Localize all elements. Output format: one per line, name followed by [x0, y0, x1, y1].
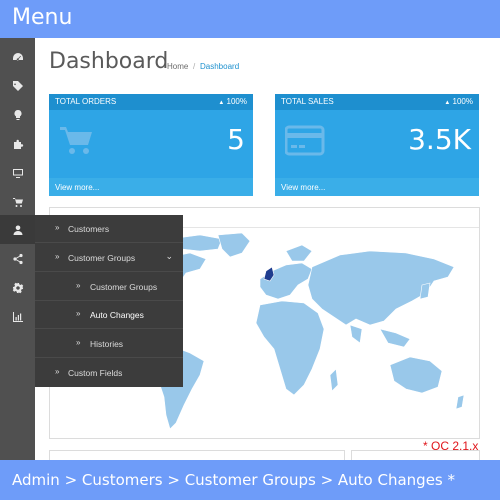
submenu-item-histories[interactable]: » Histories	[35, 330, 183, 358]
tile-change: 100%	[226, 97, 247, 106]
gear-icon[interactable]	[0, 273, 35, 302]
tile-change: 100%	[452, 97, 473, 106]
breadcrumb-separator: /	[193, 62, 196, 71]
tags-icon[interactable]	[0, 71, 35, 100]
total-sales-tile: TOTAL SALES ▲ 100% 3.5K View more...	[275, 94, 479, 196]
double-chevron-right-icon: »	[55, 252, 60, 261]
view-more-link[interactable]: View more...	[281, 183, 325, 192]
user-icon[interactable]	[0, 215, 35, 244]
tile-heading: TOTAL ORDERS	[55, 97, 117, 106]
sidebar	[0, 38, 35, 460]
double-chevron-right-icon: »	[55, 223, 60, 232]
cart-icon[interactable]	[0, 187, 35, 216]
share-icon[interactable]	[0, 244, 35, 273]
top-banner: Menu	[0, 0, 500, 38]
tile-heading: TOTAL SALES	[281, 97, 334, 106]
double-chevron-right-icon: »	[76, 309, 81, 318]
bar-chart-icon[interactable]	[0, 302, 35, 331]
desktop-icon[interactable]	[0, 158, 35, 187]
navigation-path: Admin > Customers > Customer Groups > Au…	[12, 471, 456, 489]
page-title: Dashboard	[49, 49, 169, 74]
tile-value: 5	[227, 123, 245, 156]
menu-item-customers[interactable]: » Customers	[35, 215, 183, 243]
double-chevron-right-icon: »	[55, 367, 60, 376]
cart-icon	[60, 127, 92, 154]
tile-value: 3.5K	[408, 123, 471, 156]
double-chevron-right-icon: »	[76, 281, 81, 290]
dashboard-icon[interactable]	[0, 42, 35, 71]
menu-item-custom-fields[interactable]: » Custom Fields	[35, 359, 183, 387]
lightbulb-icon[interactable]	[0, 100, 35, 129]
banner-title: Menu	[12, 5, 73, 30]
breadcrumb-home[interactable]: Home	[167, 62, 188, 71]
submenu-item-customer-groups[interactable]: » Customer Groups	[35, 273, 183, 301]
version-note: * OC 2.1.x	[423, 439, 479, 453]
total-orders-tile: TOTAL ORDERS ▲ 100% 5 View more...	[49, 94, 253, 196]
breadcrumb-current[interactable]: Dashboard	[200, 62, 239, 71]
caret-up-icon: ▲	[444, 100, 451, 106]
double-chevron-right-icon: »	[76, 338, 81, 347]
customers-flyout-menu: » Customers » Customer Groups ⌄ » Custom…	[35, 215, 183, 387]
chevron-down-icon: ⌄	[165, 251, 173, 261]
menu-item-customer-groups[interactable]: » Customer Groups ⌄	[35, 244, 183, 272]
footer-banner: Admin > Customers > Customer Groups > Au…	[0, 460, 500, 500]
credit-card-icon	[285, 125, 325, 156]
view-more-link[interactable]: View more...	[55, 183, 99, 192]
puzzle-icon[interactable]	[0, 129, 35, 158]
submenu-item-auto-changes[interactable]: » Auto Changes	[35, 301, 183, 329]
caret-up-icon: ▲	[218, 100, 225, 106]
